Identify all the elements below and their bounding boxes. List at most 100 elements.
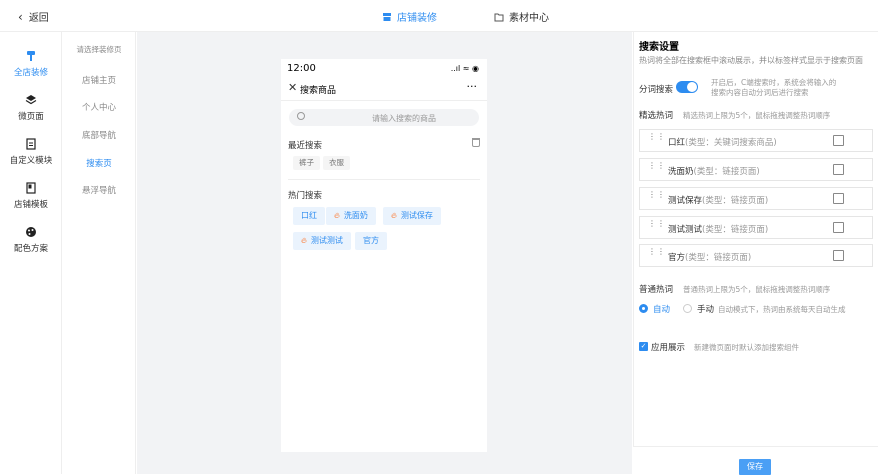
nav-label: 店铺模板 [13, 200, 48, 210]
edit-icon[interactable] [833, 135, 844, 146]
hotword-text: 测试测试(类型：链接页面) [668, 223, 768, 235]
trash-icon[interactable] [472, 138, 480, 147]
auto-mode-note: 自动模式下，热词由系统每天自动生成 [718, 305, 846, 314]
nav-item-custom-module[interactable]: 自定义模块 [0, 138, 62, 166]
module-icon [26, 138, 36, 150]
nav-label: 自定义模块 [9, 156, 53, 166]
hotword-row[interactable]: ⋮⋮ 测试保存(类型：链接页面) [639, 187, 873, 210]
back-button[interactable]: ‹ 返回 [18, 9, 49, 25]
layers-icon [25, 95, 37, 105]
hot-tag[interactable]: 口红 [293, 207, 325, 225]
nav-item-store-template[interactable]: 店铺模板 [0, 182, 62, 210]
status-time: 12:00 [287, 63, 316, 74]
featured-hotword-label: 精选热词 [639, 111, 674, 121]
hotword-name: 测试保存 [668, 196, 703, 206]
phone-header: ✕ 搜索商品 ··· [281, 77, 487, 101]
subnav-item-home[interactable]: 店铺主页 [62, 74, 136, 86]
tab-store-decoration[interactable]: 店铺装修 [382, 9, 437, 24]
nav-item-store-decoration[interactable]: 全店装修 [0, 50, 62, 78]
drag-handle-icon[interactable]: ⋮⋮ [648, 191, 665, 205]
hot-tag-label: 口红 [301, 211, 317, 220]
search-placeholder: 请输入搜索的商品 [372, 114, 436, 123]
edit-icon[interactable] [833, 193, 844, 204]
edit-icon[interactable] [833, 164, 844, 175]
hotword-text: 口红(类型：关键词搜索商品) [668, 136, 777, 148]
hotword-type: (类型：链接页面) [702, 196, 769, 206]
hot-tag[interactable]: 🔥︎ 测试测试 [293, 232, 351, 250]
palette-icon [26, 227, 36, 237]
hotword-type: (类型：链接页面) [693, 167, 760, 177]
page-selector: 请选择装修页 店铺主页 个人中心 底部导航 搜索页 悬浮导航 [62, 32, 136, 474]
apply-display-label: 应用展示 [651, 343, 686, 353]
nav-label: 全店装修 [13, 68, 48, 78]
panel-description: 热词将全部在搜索框中滚动展示，并以标签样式显示于搜索页面 [639, 56, 863, 65]
auto-radio-label: 自动 [653, 305, 671, 315]
tab-material-center[interactable]: 素材中心 [494, 9, 549, 24]
manual-radio[interactable] [683, 304, 692, 313]
nav-item-micro-page[interactable]: 微页面 [0, 94, 62, 122]
recent-tag[interactable]: 裤子 [293, 156, 320, 170]
paintbrush-icon [27, 51, 35, 61]
edit-icon[interactable] [833, 222, 844, 233]
hotword-row[interactable]: ⋮⋮ 洗面奶(类型：链接页面) [639, 158, 873, 181]
hotword-row[interactable]: ⋮⋮ 口红(类型：关键词搜索商品) [639, 129, 873, 152]
drag-handle-icon[interactable]: ⋮⋮ [648, 220, 665, 234]
fire-icon: 🔥︎ [301, 236, 307, 245]
settings-panel: 搜索设置 热词将全部在搜索框中滚动展示，并以标签样式显示于搜索页面 分词搜索 开… [633, 32, 878, 474]
phone-preview: 12:00 ..ıl ≈ ◉ ✕ 搜索商品 ··· 请输入搜索的商品 最近搜索 … [281, 59, 487, 452]
hot-tag-label: 测试测试 [310, 236, 343, 245]
signal-icon: ..ıl ≈ ◉ [450, 64, 479, 73]
apply-display-note: 新建微页面时默认添加搜索组件 [694, 343, 799, 352]
auto-radio[interactable] [639, 304, 648, 313]
back-label: 返回 [28, 13, 49, 24]
subnav-item-profile[interactable]: 个人中心 [62, 101, 136, 113]
hotword-type: (类型：关键词搜索商品) [685, 138, 777, 148]
hotword-row[interactable]: ⋮⋮ 测试测试(类型：链接页面) [639, 216, 873, 239]
hotword-text: 官方(类型：链接页面) [668, 251, 751, 263]
hot-tag[interactable]: 🔥︎ 测试保存 [383, 207, 441, 225]
save-button[interactable]: 保存 [739, 459, 771, 475]
hotword-row[interactable]: ⋮⋮ 官方(类型：链接页面) [639, 244, 873, 267]
fire-icon: 🔥︎ [334, 211, 340, 220]
recent-tag[interactable]: 衣服 [323, 156, 350, 170]
fire-icon: 🔥︎ [391, 211, 397, 220]
tab-label: 素材中心 [509, 13, 549, 24]
subnav-item-floating-nav[interactable]: 悬浮导航 [62, 184, 136, 196]
folder-icon [494, 13, 504, 21]
nav-item-color-scheme[interactable]: 配色方案 [0, 226, 62, 254]
close-icon[interactable]: ✕ [288, 81, 297, 94]
hot-search-title: 热门搜索 [288, 191, 323, 201]
template-icon [26, 182, 36, 194]
tab-label: 店铺装修 [397, 13, 437, 24]
hotword-name: 洗面奶 [668, 167, 694, 177]
hotword-text: 测试保存(类型：链接页面) [668, 194, 768, 206]
hotword-name: 口红 [668, 138, 686, 148]
preview-canvas: 12:00 ..ıl ≈ ◉ ✕ 搜索商品 ··· 请输入搜索的商品 最近搜索 … [137, 32, 632, 474]
subnav-item-search-page[interactable]: 搜索页 [62, 157, 136, 169]
split-search-toggle[interactable] [676, 81, 698, 93]
drag-handle-icon[interactable]: ⋮⋮ [648, 162, 665, 176]
nav-label: 配色方案 [13, 244, 48, 254]
hotword-name: 测试测试 [668, 225, 703, 235]
nav-label: 微页面 [18, 112, 44, 122]
phone-search-box[interactable]: 请输入搜索的商品 [289, 109, 479, 126]
hotword-type: (类型：链接页面) [702, 225, 769, 235]
drag-handle-icon[interactable]: ⋮⋮ [648, 248, 665, 262]
hot-tag-label: 洗面奶 [343, 211, 368, 220]
main-sidebar: 全店装修 微页面 自定义模块 店铺模板 配色方案 [0, 32, 62, 474]
hot-tag[interactable]: 官方 [355, 232, 387, 250]
panel-title: 搜索设置 [639, 42, 679, 53]
panel-footer: 保存 [633, 446, 878, 475]
apply-display-checkbox[interactable]: ✓ [639, 342, 648, 351]
toggle-knob [687, 82, 697, 92]
featured-hotword-note: 精选热词上限为5个，鼠标拖拽调整热词顺序 [683, 111, 831, 120]
phone-title: 搜索商品 [300, 86, 337, 96]
edit-icon[interactable] [833, 250, 844, 261]
hot-tag[interactable]: 🔥︎ 洗面奶 [326, 207, 376, 225]
split-search-note: 搜索内容自动分词后进行搜索 [711, 88, 809, 97]
normal-hotword-note: 普通热词上限为5个，鼠标拖拽调整热词顺序 [683, 285, 831, 294]
more-icon[interactable]: ··· [467, 80, 478, 93]
hot-tag-label: 测试保存 [400, 211, 433, 220]
subnav-item-bottom-nav[interactable]: 底部导航 [62, 129, 136, 141]
drag-handle-icon[interactable]: ⋮⋮ [648, 133, 665, 147]
